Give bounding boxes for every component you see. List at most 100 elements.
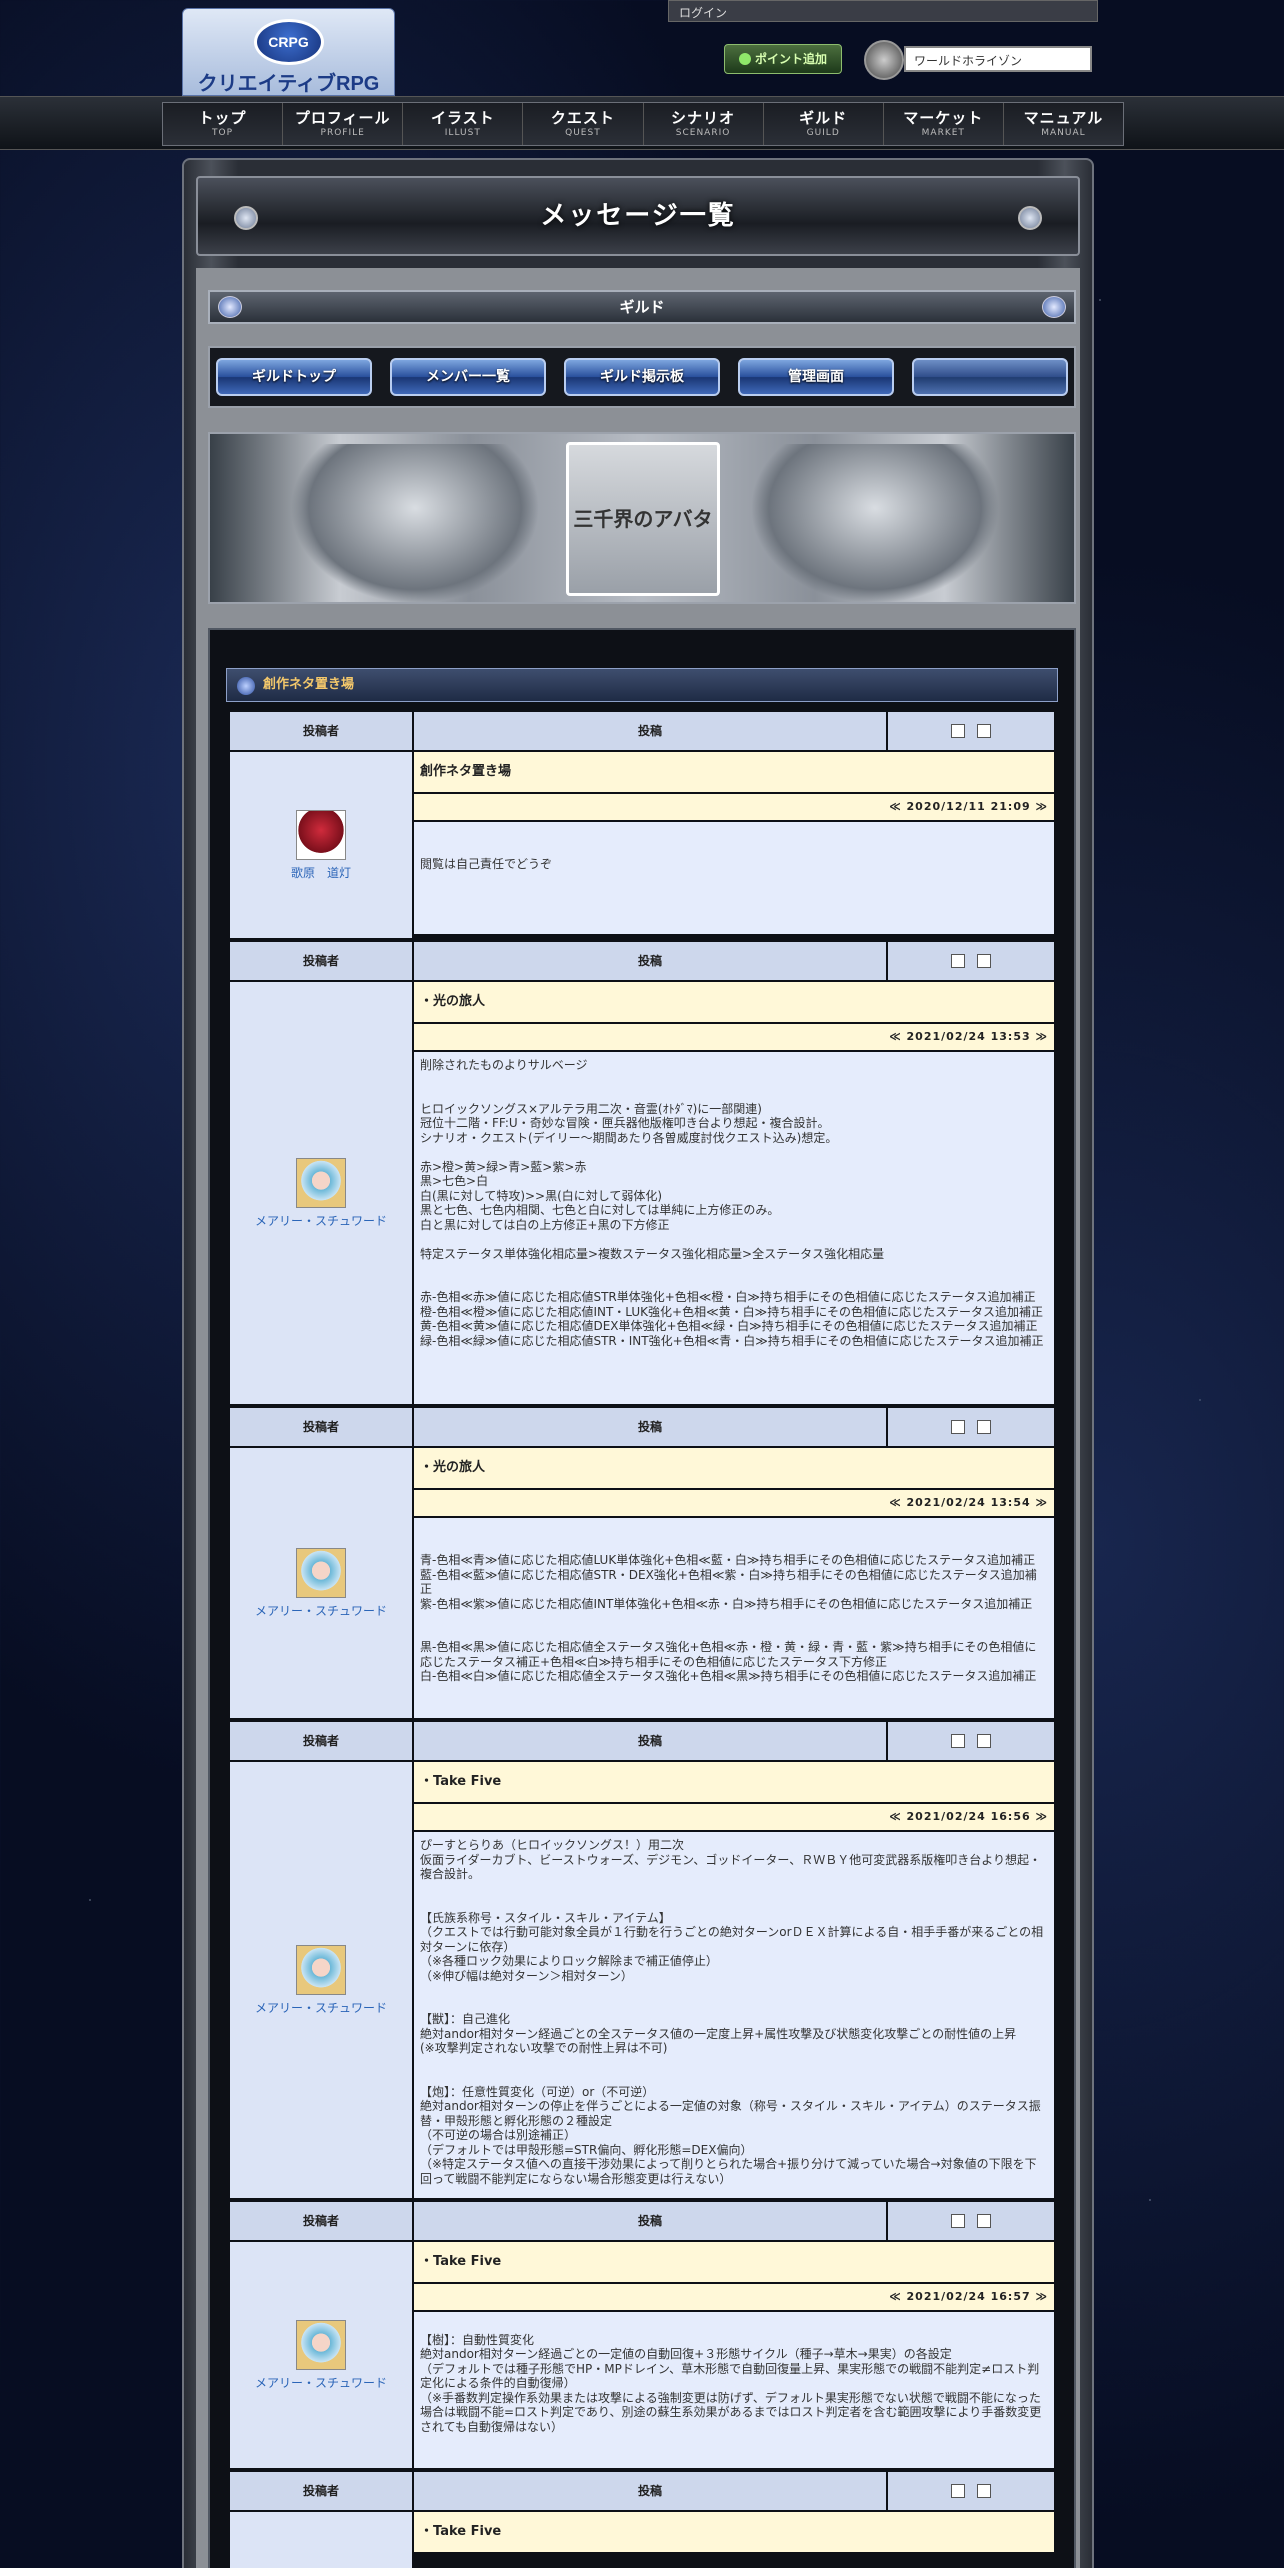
avatar[interactable] xyxy=(296,1944,346,1995)
post-body: 青-色相≪青≫値に応じた相応値LUK単体強化+色相≪藍・白≫持ち相手にその色相値… xyxy=(414,1518,1054,1718)
avatar[interactable] xyxy=(296,809,346,860)
logo-text: クリエイティブRPG xyxy=(197,73,380,95)
dragon-statue-right xyxy=(750,444,1000,602)
prev-icon[interactable] xyxy=(218,296,242,318)
post-title: ・光の旅人 xyxy=(414,1448,1054,1488)
post-header-row: 投稿者 投稿 xyxy=(228,710,1056,752)
post-body: 閲覧は自己責任でどうぞ xyxy=(414,822,1054,934)
expand-icon[interactable] xyxy=(951,724,965,738)
guild-bar: ギルド xyxy=(208,290,1076,324)
post-header-row: 投稿者 投稿 xyxy=(228,940,1056,982)
collapse-icon[interactable] xyxy=(977,1420,991,1434)
expand-icon[interactable] xyxy=(951,1420,965,1434)
expand-icon[interactable] xyxy=(951,2484,965,2498)
guild-label: ギルド xyxy=(619,298,665,316)
nav-guild[interactable]: ギルド GUILD xyxy=(764,103,884,145)
post-actions xyxy=(888,2472,1054,2510)
post-title: ・Take Five xyxy=(414,2242,1054,2282)
guild-board-button[interactable]: ギルド掲示板 xyxy=(564,358,720,396)
post-date: ≪ 2021/02/24 16:56 ≫ xyxy=(414,1804,1054,1830)
nav-profile[interactable]: プロフィール PROFILE xyxy=(283,103,404,145)
post-actions xyxy=(888,1722,1054,1760)
collapse-icon[interactable] xyxy=(977,954,991,968)
author-name[interactable]: メアリー・スチュワード xyxy=(255,2374,387,2391)
nav-market[interactable]: マーケット MARKET xyxy=(884,103,1004,145)
author-header: 投稿者 xyxy=(230,2472,414,2510)
point-add-button[interactable]: ポイント追加 xyxy=(724,44,842,74)
point-add-label: ポイント追加 xyxy=(754,52,827,66)
guild-nav: ギルドトップ メンバー一覧 ギルド掲示板 管理画面 xyxy=(208,346,1076,408)
post-row: 歌原 道灯 創作ネタ置き場 ≪ 2020/12/11 21:09 ≫ 閲覧は自己責… xyxy=(228,752,1056,940)
post-row: メアリー・スチュワード ・Take Five ≪ 2021/02/24 16:57… xyxy=(228,2242,1056,2470)
empty-guild-button[interactable] xyxy=(912,358,1068,396)
dragon-statue-left xyxy=(290,444,540,602)
expand-icon[interactable] xyxy=(951,954,965,968)
main-nav: トップ TOP プロフィール PROFILE イラスト ILLUST クエスト QUES… xyxy=(0,96,1284,150)
post-title: 創作ネタ置き場 xyxy=(414,752,1054,792)
author-header: 投稿者 xyxy=(230,942,414,980)
collapse-icon[interactable] xyxy=(977,724,991,738)
post-author[interactable]: メアリー・スチュワード xyxy=(230,982,414,1404)
collapse-icon[interactable] xyxy=(977,1734,991,1748)
guild-banner: 三千界のアバター xyxy=(208,432,1076,604)
nav-manual[interactable]: マニュアル MANUAL xyxy=(1004,103,1123,145)
post-author[interactable]: メアリー・スチュワード xyxy=(230,2242,414,2468)
post-actions xyxy=(888,942,1054,980)
ornament-icon xyxy=(1018,206,1042,230)
author-header: 投稿者 xyxy=(230,1722,414,1760)
world-icon xyxy=(864,40,904,80)
avatar[interactable] xyxy=(296,2319,346,2370)
page-title-plate: メッセージ一覧 xyxy=(196,176,1080,256)
post-header-row: 投稿者 投稿 xyxy=(228,2470,1056,2512)
login-link[interactable]: ログイン xyxy=(668,0,1098,22)
nav-top[interactable]: トップ TOP xyxy=(163,103,284,145)
author-name[interactable]: メアリー・スチュワード xyxy=(255,1999,387,2016)
post-header: 投稿 xyxy=(414,712,888,750)
admin-button[interactable]: 管理画面 xyxy=(738,358,894,396)
nav-illust[interactable]: イラスト ILLUST xyxy=(403,103,524,145)
author-header: 投稿者 xyxy=(230,712,414,750)
guild-emblem: 三千界のアバター xyxy=(566,442,720,596)
world-select[interactable]: ワールドホライゾン xyxy=(904,46,1092,72)
post-body: ぴーすとらりあ（ヒロイックソングス！）用二次 仮面ライダーカブト、ビーストウォー… xyxy=(414,1832,1054,2198)
nav-quest[interactable]: クエスト QUEST xyxy=(523,103,644,145)
post-author[interactable] xyxy=(230,2512,414,2568)
logo-emblem: CRPG xyxy=(253,19,324,65)
post-body: 削除されたものよりサルベージ ヒロイックソングス×アルテラ用二次・音霊(ｵﾄﾀﾞ… xyxy=(414,1052,1054,1404)
author-name[interactable]: 歌原 道灯 xyxy=(291,864,351,881)
post-actions xyxy=(888,1408,1054,1446)
post-row: ・Take Five xyxy=(228,2512,1056,2568)
post-header: 投稿 xyxy=(414,2202,888,2240)
board-title: 創作ネタ置き場 xyxy=(226,668,1058,702)
post-author[interactable]: メアリー・スチュワード xyxy=(230,1448,414,1718)
avatar[interactable] xyxy=(296,1157,346,1208)
collapse-icon[interactable] xyxy=(977,2484,991,2498)
post-author[interactable]: メアリー・スチュワード xyxy=(230,1762,414,2198)
post-date: ≪ 2021/02/24 13:53 ≫ xyxy=(414,1024,1054,1050)
next-icon[interactable] xyxy=(1042,296,1066,318)
post-header-row: 投稿者 投稿 xyxy=(228,1720,1056,1762)
author-name[interactable]: メアリー・スチュワード xyxy=(255,1212,387,1229)
post-body: 【樹】：自動性質変化 絶対andor相対ターン経過ごとの一定値の自動回復+３形態… xyxy=(414,2312,1054,2468)
post-title: ・光の旅人 xyxy=(414,982,1054,1022)
post-header-row: 投稿者 投稿 xyxy=(228,1406,1056,1448)
top-header: CRPG クリエイティブRPG ログイン ポイント追加 ワールドホライゾン トッ… xyxy=(0,0,1284,150)
post-header: 投稿 xyxy=(414,2472,888,2510)
post-actions xyxy=(888,712,1054,750)
author-name[interactable]: メアリー・スチュワード xyxy=(255,1602,387,1619)
site-logo[interactable]: CRPG クリエイティブRPG xyxy=(182,8,395,96)
author-header: 投稿者 xyxy=(230,2202,414,2240)
expand-icon[interactable] xyxy=(951,2214,965,2228)
post-list: 投稿者 投稿 歌原 道灯 創作ネタ置き場 ≪ 2020/12/11 21:09 ≫… xyxy=(228,710,1056,2568)
post-row: メアリー・スチュワード ・光の旅人 ≪ 2021/02/24 13:53 ≫ 削除さ… xyxy=(228,982,1056,1406)
post-header: 投稿 xyxy=(414,1408,888,1446)
post-author[interactable]: 歌原 道灯 xyxy=(230,752,414,938)
guild-top-button[interactable]: ギルドトップ xyxy=(216,358,372,396)
expand-icon[interactable] xyxy=(951,1734,965,1748)
avatar[interactable] xyxy=(296,1547,346,1598)
collapse-icon[interactable] xyxy=(977,2214,991,2228)
post-date: ≪ 2021/02/24 13:54 ≫ xyxy=(414,1490,1054,1516)
nav-scenario[interactable]: シナリオ SCENARIO xyxy=(644,103,764,145)
member-list-button[interactable]: メンバー一覧 xyxy=(390,358,546,396)
post-date: ≪ 2020/12/11 21:09 ≫ xyxy=(414,794,1054,820)
